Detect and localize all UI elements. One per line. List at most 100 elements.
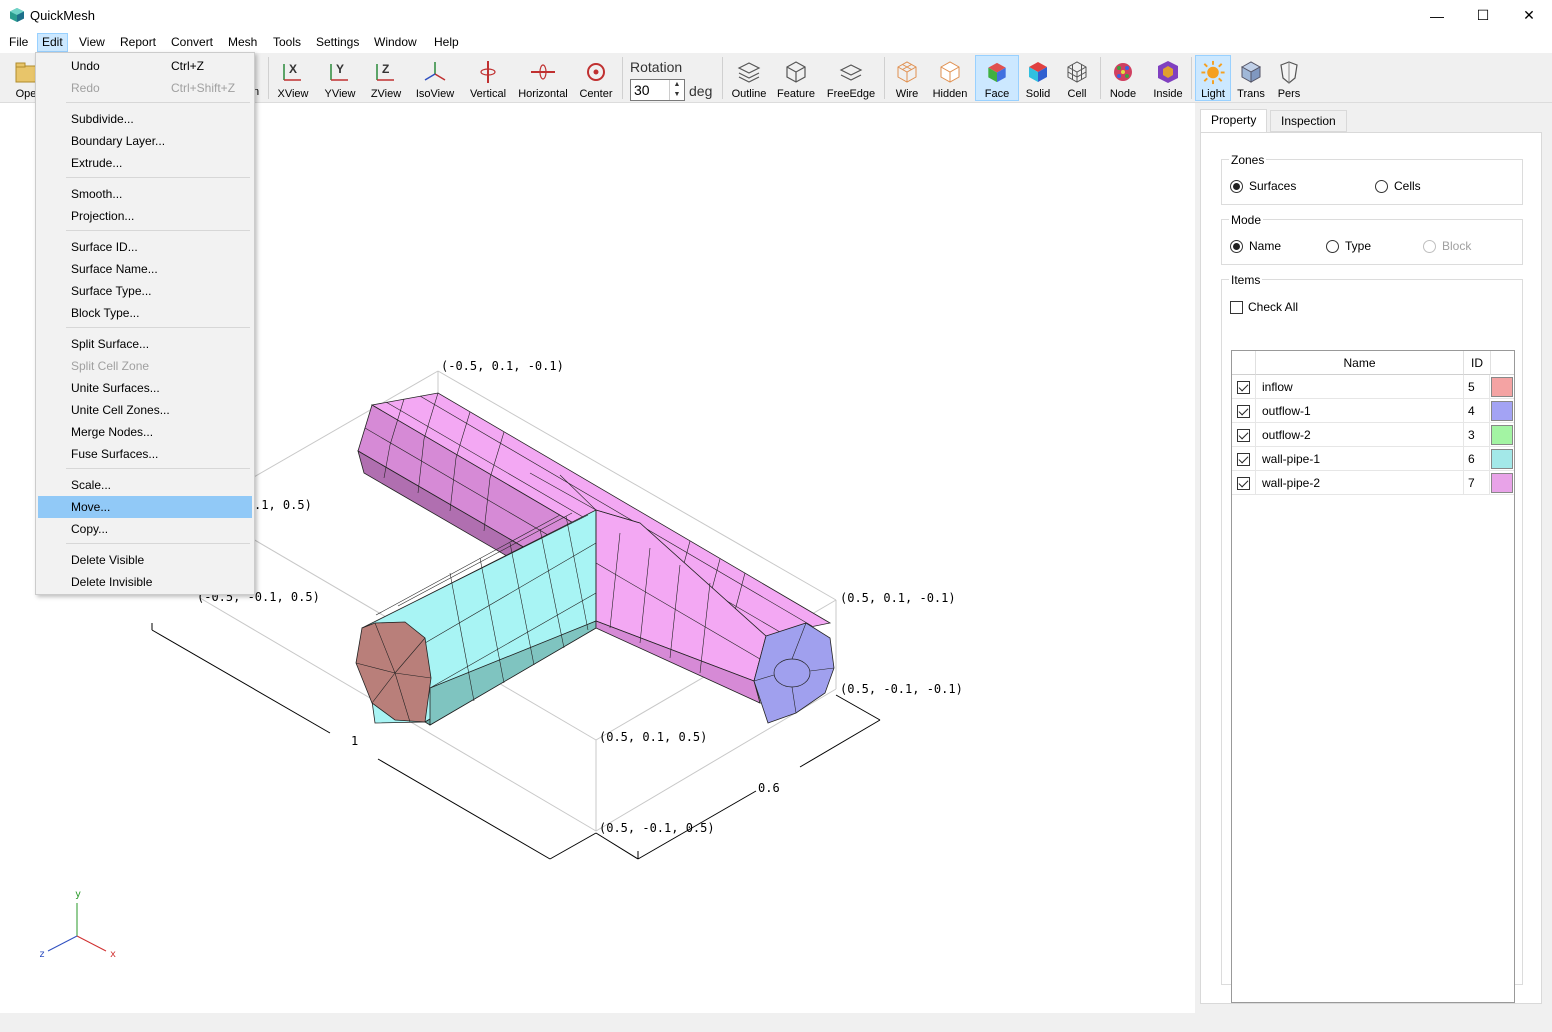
app-logo-icon bbox=[10, 8, 24, 22]
rotation-spinner[interactable]: ▲ ▼ bbox=[669, 80, 684, 100]
center-button[interactable]: Center bbox=[576, 55, 616, 101]
rotation-unit: deg bbox=[689, 83, 713, 99]
property-panel: Property Inspection Zones Surfaces Cells… bbox=[1195, 103, 1552, 1013]
row-name: inflow bbox=[1256, 375, 1464, 399]
menu-scale[interactable]: Scale... bbox=[38, 474, 252, 496]
menu-fuse-surfaces[interactable]: Fuse Surfaces... bbox=[38, 443, 252, 465]
corner-label-1: (-0.5, 0.1, -0.1) bbox=[441, 359, 564, 373]
menu-projection[interactable]: Projection... bbox=[38, 205, 252, 227]
menu-undo[interactable]: Undo Ctrl+Z bbox=[38, 55, 252, 77]
radio-name[interactable]: Name bbox=[1230, 239, 1281, 253]
yview-button[interactable]: Y YView bbox=[320, 55, 360, 101]
row-color-swatch[interactable] bbox=[1491, 473, 1513, 493]
menu-window[interactable]: Window bbox=[370, 33, 421, 52]
menu-surface-type[interactable]: Surface Type... bbox=[38, 280, 252, 302]
axis-y-label: y bbox=[75, 889, 81, 900]
cell-button[interactable]: Cell bbox=[1060, 55, 1094, 101]
inside-button[interactable]: Inside bbox=[1150, 55, 1186, 101]
row-checkbox[interactable] bbox=[1237, 404, 1250, 418]
menu-file[interactable]: File bbox=[5, 33, 32, 52]
menu-boundary-layer[interactable]: Boundary Layer... bbox=[38, 130, 252, 152]
menu-delete-invisible[interactable]: Delete Invisible bbox=[38, 571, 252, 593]
radio-cells[interactable]: Cells bbox=[1375, 179, 1421, 193]
axes-triad: y x z bbox=[39, 889, 116, 960]
zones-title: Zones bbox=[1229, 153, 1267, 167]
table-row[interactable]: wall-pipe-2 7 bbox=[1232, 471, 1514, 495]
menu-extrude[interactable]: Extrude... bbox=[38, 152, 252, 174]
xview-button[interactable]: X XView bbox=[274, 55, 312, 101]
check-all-checkbox[interactable]: Check All bbox=[1230, 300, 1298, 314]
inside-icon bbox=[1158, 61, 1178, 83]
row-color-swatch[interactable] bbox=[1491, 425, 1513, 445]
tab-inspection[interactable]: Inspection bbox=[1270, 110, 1347, 132]
row-checkbox[interactable] bbox=[1237, 476, 1250, 490]
horizontal-button[interactable]: Horizontal bbox=[516, 55, 570, 101]
row-color-swatch[interactable] bbox=[1491, 377, 1513, 397]
svg-text:X: X bbox=[289, 62, 297, 76]
menu-help[interactable]: Help bbox=[430, 33, 463, 52]
menu-surface-name[interactable]: Surface Name... bbox=[38, 258, 252, 280]
table-row[interactable]: outflow-1 4 bbox=[1232, 399, 1514, 423]
menu-copy[interactable]: Copy... bbox=[38, 518, 252, 540]
table-row[interactable]: wall-pipe-1 6 bbox=[1232, 447, 1514, 471]
row-color-swatch[interactable] bbox=[1491, 401, 1513, 421]
face-button[interactable]: Face bbox=[975, 55, 1019, 101]
feature-button[interactable]: Feature bbox=[774, 55, 818, 101]
zview-icon: Z bbox=[376, 62, 394, 81]
mode-title: Mode bbox=[1229, 213, 1264, 227]
zview-button[interactable]: Z ZView bbox=[366, 55, 406, 101]
menu-move[interactable]: Move... bbox=[38, 496, 252, 518]
axis-z-label: z bbox=[39, 949, 45, 960]
pers-button[interactable]: Pers bbox=[1272, 55, 1306, 101]
solid-button[interactable]: Solid bbox=[1021, 55, 1055, 101]
row-checkbox[interactable] bbox=[1237, 428, 1250, 442]
close-button[interactable]: ✕ bbox=[1506, 0, 1552, 31]
trans-button[interactable]: Trans bbox=[1233, 55, 1269, 101]
radio-type[interactable]: Type bbox=[1326, 239, 1371, 253]
menu-mesh[interactable]: Mesh bbox=[224, 33, 261, 52]
light-button[interactable]: Light bbox=[1195, 55, 1231, 101]
minimize-button[interactable]: — bbox=[1414, 0, 1460, 31]
menu-block-type[interactable]: Block Type... bbox=[38, 302, 252, 324]
col-id-header[interactable]: ID bbox=[1464, 351, 1491, 375]
menu-merge-nodes[interactable]: Merge Nodes... bbox=[38, 421, 252, 443]
menu-convert[interactable]: Convert bbox=[167, 33, 217, 52]
wire-button[interactable]: Wire bbox=[889, 55, 925, 101]
light-icon bbox=[1201, 60, 1225, 85]
menu-delete-visible[interactable]: Delete Visible bbox=[38, 549, 252, 571]
row-name: outflow-2 bbox=[1256, 423, 1464, 447]
tab-property[interactable]: Property bbox=[1200, 109, 1268, 133]
radio-surfaces[interactable]: Surfaces bbox=[1230, 179, 1296, 193]
outline-button[interactable]: Outline bbox=[728, 55, 770, 101]
menu-subdivide[interactable]: Subdivide... bbox=[38, 108, 252, 130]
row-checkbox[interactable] bbox=[1237, 452, 1250, 466]
menu-tools[interactable]: Tools bbox=[269, 33, 305, 52]
menu-smooth[interactable]: Smooth... bbox=[38, 183, 252, 205]
col-name-header[interactable]: Name bbox=[1256, 351, 1464, 375]
row-checkbox[interactable] bbox=[1237, 380, 1250, 394]
freeedge-icon bbox=[839, 64, 863, 81]
face-icon bbox=[988, 62, 1006, 83]
menu-unite-surfaces[interactable]: Unite Surfaces... bbox=[38, 377, 252, 399]
menu-report[interactable]: Report bbox=[116, 33, 160, 52]
hidden-button[interactable]: Hidden bbox=[930, 55, 970, 101]
menu-settings[interactable]: Settings bbox=[312, 33, 363, 52]
vertical-button[interactable]: Vertical bbox=[466, 55, 510, 101]
row-color-swatch[interactable] bbox=[1491, 449, 1513, 469]
table-row[interactable]: inflow 5 bbox=[1232, 375, 1514, 399]
row-id: 5 bbox=[1464, 375, 1490, 399]
menu-redo: Redo Ctrl+Shift+Z bbox=[71, 81, 236, 95]
menu-view[interactable]: View bbox=[75, 33, 109, 52]
menu-edit[interactable]: Edit bbox=[37, 33, 68, 52]
menu-surface-id[interactable]: Surface ID... bbox=[38, 236, 252, 258]
outline-icon bbox=[737, 62, 761, 83]
menu-unite-cell-zones[interactable]: Unite Cell Zones... bbox=[38, 399, 252, 421]
freeedge-button[interactable]: FreeEdge bbox=[824, 55, 878, 101]
menu-split-surface[interactable]: Split Surface... bbox=[38, 333, 252, 355]
table-row[interactable]: outflow-2 3 bbox=[1232, 423, 1514, 447]
feature-icon bbox=[786, 61, 806, 83]
node-button[interactable]: Node bbox=[1105, 55, 1141, 101]
maximize-button[interactable]: ☐ bbox=[1460, 0, 1506, 31]
pers-icon bbox=[1280, 61, 1298, 84]
isoview-button[interactable]: IsoView bbox=[413, 55, 457, 101]
